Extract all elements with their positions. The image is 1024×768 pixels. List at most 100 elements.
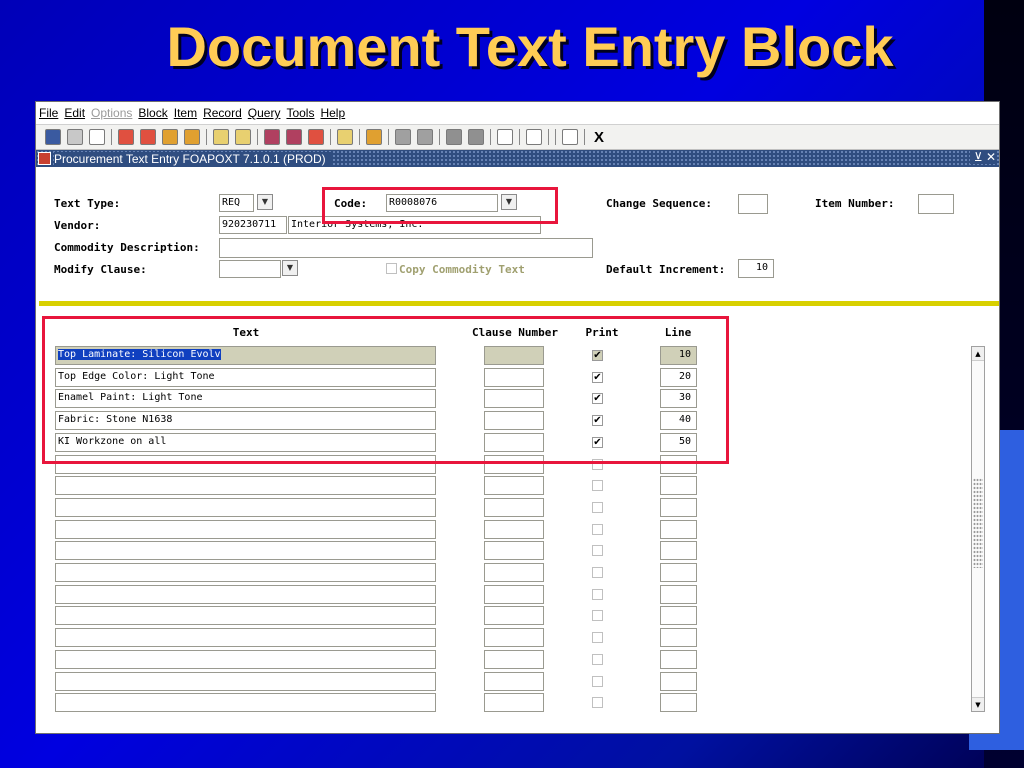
- clause-number-cell[interactable]: [484, 585, 544, 604]
- menu-record[interactable]: Record: [203, 106, 242, 120]
- print-checkbox[interactable]: [592, 676, 603, 687]
- menu-block[interactable]: Block: [138, 106, 167, 120]
- line-number-cell[interactable]: [660, 585, 697, 604]
- clause-number-cell[interactable]: [484, 476, 544, 495]
- line-number-cell[interactable]: [660, 672, 697, 691]
- next-record-icon[interactable]: [184, 129, 200, 145]
- print-checkbox[interactable]: [592, 654, 603, 665]
- scroll-up-icon[interactable]: ▲: [972, 347, 984, 361]
- text-cell[interactable]: [55, 541, 436, 560]
- crosshair-icon[interactable]: [526, 129, 542, 145]
- clause-number-cell[interactable]: [484, 650, 544, 669]
- speaker-icon[interactable]: [497, 129, 513, 145]
- text-cell[interactable]: [55, 693, 436, 712]
- line-number-cell[interactable]: [660, 628, 697, 647]
- change-sequence-label: Change Sequence:: [606, 197, 712, 210]
- text-cell[interactable]: [55, 606, 436, 625]
- text-block-highlight-box: [42, 316, 729, 464]
- text-cell[interactable]: [55, 563, 436, 582]
- line-number-cell[interactable]: [660, 650, 697, 669]
- clause-number-cell[interactable]: [484, 563, 544, 582]
- print-checkbox[interactable]: [592, 524, 603, 535]
- menu-bar: File Edit Options Block Item Record Quer…: [36, 102, 999, 124]
- print-checkbox[interactable]: [592, 610, 603, 621]
- toolbar-separator: [548, 129, 549, 145]
- enter-query-icon[interactable]: [264, 129, 280, 145]
- help-icon[interactable]: [562, 129, 578, 145]
- print-checkbox[interactable]: [592, 567, 603, 578]
- line-number-cell[interactable]: [660, 476, 697, 495]
- cancel-query-icon[interactable]: [308, 129, 324, 145]
- print-checkbox[interactable]: [592, 697, 603, 708]
- commodity-description-field[interactable]: [219, 238, 593, 258]
- slide-title: Document Text Entry Block: [166, 15, 894, 78]
- clause-number-cell[interactable]: [484, 693, 544, 712]
- default-increment-field[interactable]: 10: [738, 259, 774, 278]
- line-number-cell[interactable]: [660, 520, 697, 539]
- line-number-cell[interactable]: [660, 606, 697, 625]
- text-cell[interactable]: [55, 628, 436, 647]
- text-type-field[interactable]: REQ: [219, 194, 254, 212]
- text-cell[interactable]: [55, 672, 436, 691]
- exit-button[interactable]: X: [594, 129, 604, 146]
- clause-number-cell[interactable]: [484, 606, 544, 625]
- code-highlight-box: [322, 187, 558, 224]
- menu-item[interactable]: Item: [174, 106, 197, 120]
- vendor-label: Vendor:: [54, 219, 101, 232]
- execute-query-icon[interactable]: [286, 129, 302, 145]
- clause-number-cell[interactable]: [484, 520, 544, 539]
- clause-number-cell[interactable]: [484, 541, 544, 560]
- edit-icon[interactable]: [395, 129, 411, 145]
- navigate-icon[interactable]: [446, 129, 462, 145]
- previous-block-icon[interactable]: [118, 129, 134, 145]
- menu-options[interactable]: Options: [91, 106, 132, 120]
- remove-record-icon[interactable]: [235, 129, 251, 145]
- copy-commodity-text-checkbox[interactable]: [386, 263, 397, 274]
- menu-tools[interactable]: Tools: [286, 106, 314, 120]
- text-cell[interactable]: [55, 520, 436, 539]
- print-checkbox[interactable]: [592, 480, 603, 491]
- line-number-cell[interactable]: [660, 693, 697, 712]
- menu-help[interactable]: Help: [320, 106, 345, 120]
- text-type-dropdown-icon[interactable]: ▼: [257, 194, 273, 210]
- item-number-field[interactable]: [918, 194, 954, 214]
- menu-query[interactable]: Query: [248, 106, 281, 120]
- print-checkbox[interactable]: [592, 632, 603, 643]
- print-screen-icon[interactable]: [366, 129, 382, 145]
- options-icon[interactable]: [468, 129, 484, 145]
- form-area: Text Type: REQ ▼ Code: R0008076 ▼ Change…: [36, 168, 999, 733]
- insert-record-icon[interactable]: [213, 129, 229, 145]
- toolbar-separator: [257, 129, 258, 145]
- text-cell[interactable]: [55, 650, 436, 669]
- vendor-id-field[interactable]: 920230711: [219, 216, 287, 234]
- previous-record-icon[interactable]: [162, 129, 178, 145]
- window-controls[interactable]: ⊻ ✕: [969, 150, 996, 164]
- print-checkbox[interactable]: [592, 502, 603, 513]
- print-checkbox[interactable]: [592, 589, 603, 600]
- modify-clause-field[interactable]: [219, 260, 281, 278]
- lookup-icon[interactable]: [337, 129, 353, 145]
- rollback-icon[interactable]: [67, 129, 83, 145]
- form-title: Procurement Text Entry FOAPOXT 7.1.0.1 (…: [54, 151, 332, 166]
- next-block-icon[interactable]: [140, 129, 156, 145]
- menu-edit[interactable]: Edit: [64, 106, 85, 120]
- menu-file[interactable]: File: [39, 106, 58, 120]
- scroll-down-icon[interactable]: ▼: [972, 697, 984, 711]
- text-cell[interactable]: [55, 585, 436, 604]
- modify-clause-dropdown-icon[interactable]: ▼: [282, 260, 298, 276]
- line-number-cell[interactable]: [660, 563, 697, 582]
- toolbar-separator: [359, 129, 360, 145]
- line-number-cell[interactable]: [660, 541, 697, 560]
- text-cell[interactable]: [55, 498, 436, 517]
- text-cell[interactable]: [55, 476, 436, 495]
- line-number-cell[interactable]: [660, 498, 697, 517]
- save-icon[interactable]: [45, 129, 61, 145]
- print-icon[interactable]: [89, 129, 105, 145]
- count-query-icon[interactable]: [417, 129, 433, 145]
- clause-number-cell[interactable]: [484, 672, 544, 691]
- change-sequence-field[interactable]: [738, 194, 768, 214]
- clause-number-cell[interactable]: [484, 498, 544, 517]
- clause-number-cell[interactable]: [484, 628, 544, 647]
- scrollbar-grip[interactable]: [973, 478, 983, 568]
- print-checkbox[interactable]: [592, 545, 603, 556]
